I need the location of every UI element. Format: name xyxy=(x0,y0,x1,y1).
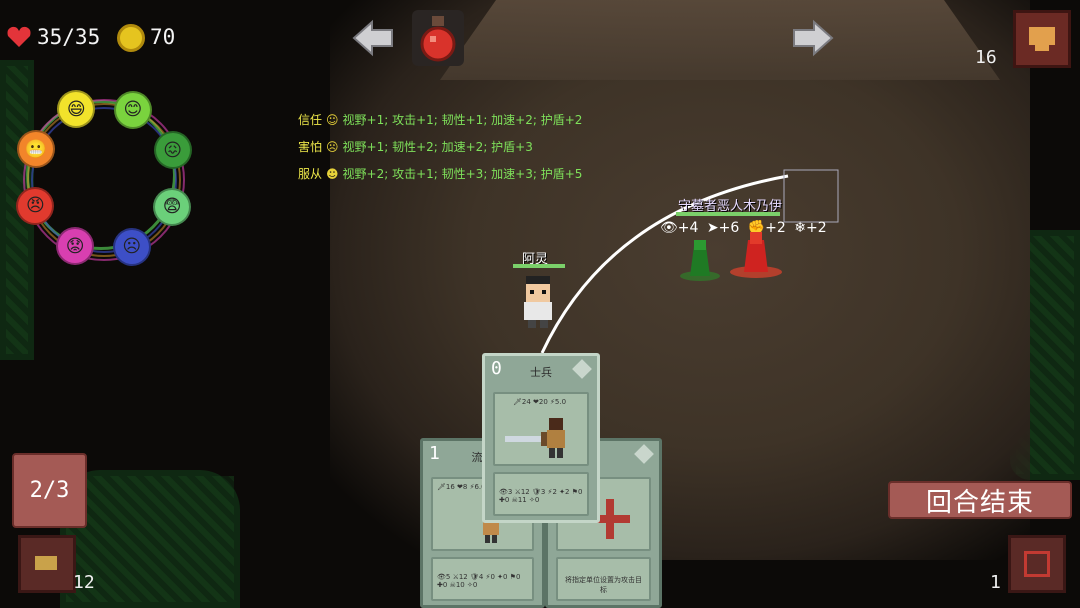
log-body: 视野+1; 韧性+2; 加速+2; 护盾+3 xyxy=(342,140,533,154)
player-hp-bar xyxy=(513,264,565,268)
card-soldier[interactable]: 0 士兵 🗡24 ❤20 ⚡5.0 👁3 ⚔12 🛡3 ⚡2 ✦2 ⚑0 ✚0 … xyxy=(482,353,600,523)
speed-icon: ➤ xyxy=(706,220,719,236)
potion-button[interactable] xyxy=(412,10,464,66)
monitor-stand xyxy=(1035,45,1049,51)
enemy-green-unit[interactable] xyxy=(678,236,722,286)
log-line-fear: 害怕 ☹ 视野+1; 韧性+2; 加速+2; 护盾+3 xyxy=(298,138,533,155)
card-substats: 👁3 ⚔12 🛡3 ⚡2 ✦2 ⚑0 ✚0 ☠11 ✧0 xyxy=(493,472,589,516)
emotion-sad-icon[interactable]: ☹ xyxy=(112,227,151,266)
heart-icon xyxy=(6,26,32,52)
player-character[interactable] xyxy=(516,274,560,334)
eye-icon: 👁 xyxy=(660,220,678,236)
enemy-red-unit[interactable] xyxy=(728,228,784,284)
discard-pile-count: 1 xyxy=(990,572,1001,593)
arrow-right-icon[interactable] xyxy=(792,18,834,62)
log-head: 服从 xyxy=(298,167,323,181)
face-icon: ☺ xyxy=(326,113,339,127)
stat-value: +2 xyxy=(805,220,827,236)
gold-value: 70 xyxy=(150,25,176,49)
card-stats: 🗡24 ❤20 ⚡5.0 xyxy=(513,398,567,406)
turn-counter: 16 xyxy=(975,47,997,68)
coin-icon xyxy=(117,24,145,52)
stat-value: +4 xyxy=(677,220,699,236)
dungeon-wall xyxy=(440,0,1000,80)
draw-pile-button[interactable] xyxy=(18,535,76,593)
emotion-scared-icon[interactable]: 😨 xyxy=(153,187,192,226)
emotion-wheel-lines xyxy=(6,82,202,282)
log-head: 害怕 xyxy=(298,140,323,154)
discard-pile-button[interactable] xyxy=(1008,535,1066,593)
shield-icon: ❄ xyxy=(794,220,806,236)
soldier-icon xyxy=(505,418,565,458)
card-desc-box: 将指定单位设置为攻击目标 xyxy=(556,557,651,601)
card-art: 🗡24 ❤20 ⚡5.0 xyxy=(493,392,589,466)
face-icon: ☻ xyxy=(326,167,339,181)
draw-pile-icon xyxy=(35,556,57,570)
draw-pile-count: 12 xyxy=(73,572,95,593)
enemy-hp-bar xyxy=(676,212,780,216)
emotion-upset-icon[interactable]: 😟 xyxy=(56,227,95,266)
log-line-trust: 信任 ☺ 视野+1; 攻击+1; 韧性+1; 加速+2; 护盾+2 xyxy=(298,111,582,128)
card-substats-text: 👁3 ⚔12 🛡3 ⚡2 ✦2 ⚑0 ✚0 ☠11 ✧0 xyxy=(499,488,583,504)
face-icon: ☹ xyxy=(326,140,339,154)
emotion-angry-icon[interactable]: 😠 xyxy=(16,186,55,225)
arrow-left-icon[interactable] xyxy=(352,18,394,62)
menu-button[interactable] xyxy=(1013,10,1071,68)
card-title: 士兵 xyxy=(530,366,552,379)
card-substats-text: 👁5 ⚔12 🛡4 ⚡0 ✦0 ⚑0 ✚0 ☠10 ✧0 xyxy=(437,573,521,589)
potion-icon xyxy=(420,16,456,62)
end-turn-button[interactable]: 回合结束 xyxy=(888,481,1072,519)
hp-value: 35/35 xyxy=(37,25,101,49)
card-stats: 🗡16 ❤8 ⚡6.0 xyxy=(437,483,486,491)
emotion-grimace-icon[interactable]: 😬 xyxy=(16,130,55,169)
card-substats: 👁5 ⚔12 🛡4 ⚡0 ✦0 ⚑0 ✚0 ☠10 ✧0 xyxy=(431,557,534,601)
emotion-trust-icon[interactable]: 😊 xyxy=(113,90,152,129)
emotion-sick-icon[interactable]: 😖 xyxy=(153,131,192,170)
log-body: 视野+1; 攻击+1; 韧性+1; 加速+2; 护盾+2 xyxy=(342,113,583,127)
monitor-icon xyxy=(1029,27,1055,45)
card-desc: 将指定单位设置为攻击目标 xyxy=(565,576,642,594)
energy-counter: 2/3 xyxy=(12,453,87,528)
log-head: 信任 xyxy=(298,113,323,127)
gem-icon xyxy=(634,444,654,464)
discard-pile-icon xyxy=(1024,551,1050,577)
